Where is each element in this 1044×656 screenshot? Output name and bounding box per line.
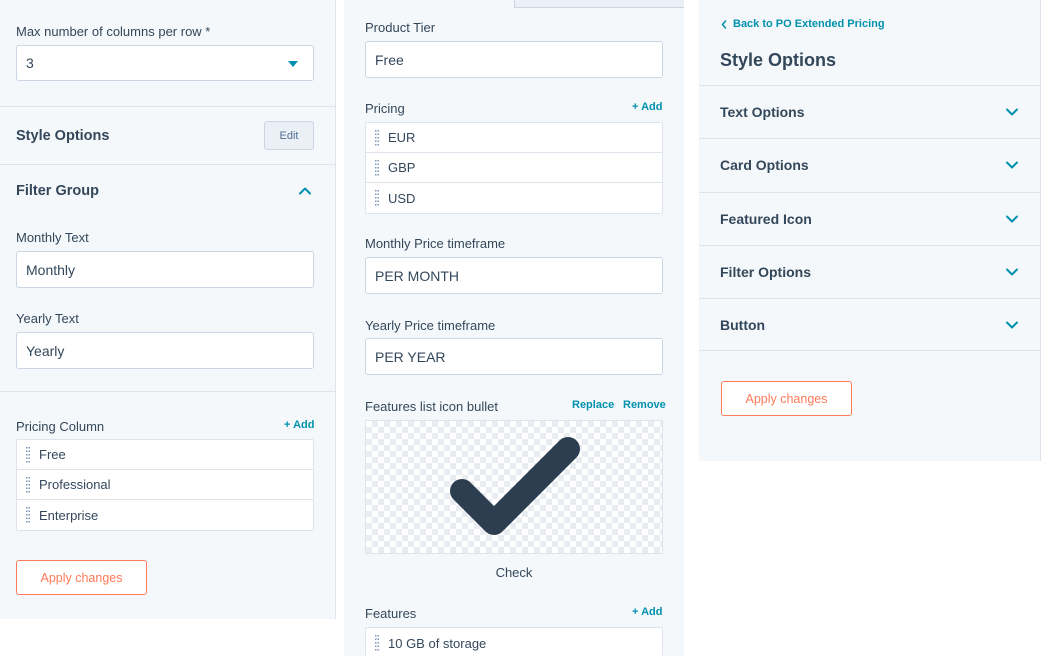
chevron-down-icon [1006, 108, 1018, 116]
accordion-label: Card Options [720, 157, 809, 173]
monthly-timeframe-label: Monthly Price timeframe [365, 236, 506, 251]
monthly-text-value: Monthly [26, 261, 76, 278]
icon-name: Check [495, 565, 533, 580]
pricing-column-label: Pricing Column [16, 419, 105, 434]
back-link[interactable]: Back to PO Extended Pricing [721, 18, 885, 30]
chevron-up-icon[interactable] [299, 187, 311, 195]
max-columns-label: Max number of columns per row * [16, 24, 211, 39]
check-icon [450, 437, 580, 535]
list-item-label: GBP [388, 160, 416, 175]
drag-handle-icon[interactable] [17, 476, 39, 493]
tab-strip [514, 0, 684, 8]
divider [0, 391, 335, 392]
chevron-down-icon [1006, 161, 1018, 169]
drag-handle-icon[interactable] [366, 635, 388, 651]
yearly-timeframe-input[interactable]: PER YEAR [365, 338, 663, 375]
max-columns-select[interactable]: 3 [16, 45, 314, 81]
list-item[interactable]: EUR [366, 123, 662, 153]
max-columns-value: 3 [26, 55, 34, 71]
accordion-label: Text Options [720, 104, 805, 120]
product-tier-label: Product Tier [365, 20, 436, 35]
pricing-label: Pricing [365, 101, 405, 116]
list-item-label: Free [39, 447, 66, 462]
monthly-timeframe-input[interactable]: PER MONTH [365, 257, 663, 294]
apply-changes-button[interactable]: Apply changes [721, 381, 852, 416]
chevron-down-icon [1006, 268, 1018, 276]
icon-bullet-label: Features list icon bullet [365, 399, 498, 414]
list-item-label: EUR [388, 130, 416, 145]
list-item[interactable]: USD [366, 183, 662, 213]
drag-handle-icon[interactable] [366, 190, 388, 206]
add-pricing-link[interactable]: + Add [632, 101, 662, 113]
drag-handle-icon[interactable] [17, 507, 39, 523]
monthly-text-label: Monthly Text [16, 230, 89, 245]
style-options-panel: Back to PO Extended Pricing Style Option… [699, 0, 1041, 461]
edit-button[interactable]: Edit [264, 121, 314, 150]
chevron-left-icon [721, 19, 727, 29]
page-title: Style Options [720, 50, 837, 70]
product-tier-value: Free [375, 51, 404, 68]
list-item-label: 10 GB of storage [388, 635, 487, 651]
yearly-timeframe-label: Yearly Price timeframe [365, 318, 496, 333]
list-item[interactable]: Professional [17, 470, 313, 500]
filter-group-heading[interactable]: Filter Group [16, 183, 99, 199]
back-link-label: Back to PO Extended Pricing [733, 18, 885, 30]
list-item-label: Enterprise [39, 507, 99, 523]
list-item[interactable]: Free [17, 440, 313, 470]
list-item[interactable]: Enterprise [17, 500, 313, 530]
accordion-label: Button [720, 316, 766, 333]
list-item-label: Professional [39, 477, 111, 492]
divider [0, 106, 335, 107]
accordion-label: Featured Icon [720, 211, 812, 227]
accordion-card-options[interactable]: Card Options [699, 138, 1040, 191]
yearly-timeframe-value: PER YEAR [375, 348, 446, 365]
list-item[interactable]: GBP [366, 153, 662, 183]
add-pricing-column-link[interactable]: + Add [284, 419, 314, 431]
pricing-column-list: Free Professional Enterprise [16, 439, 314, 531]
apply-changes-button[interactable]: Apply changes [16, 560, 147, 595]
add-feature-link[interactable]: + Add [632, 606, 662, 618]
remove-link[interactable]: Remove [623, 399, 666, 411]
replace-link[interactable]: Replace [572, 399, 614, 411]
yearly-text-value: Yearly [26, 342, 65, 359]
divider [0, 164, 335, 165]
drag-handle-icon[interactable] [366, 129, 388, 146]
drag-handle-icon[interactable] [17, 446, 39, 463]
monthly-timeframe-value: PER MONTH [375, 267, 459, 284]
style-options-heading: Style Options [16, 128, 110, 144]
icon-preview[interactable] [365, 420, 663, 554]
yearly-text-input[interactable]: Yearly [16, 332, 314, 369]
monthly-text-input[interactable]: Monthly [16, 251, 314, 288]
middle-settings-panel: Product Tier Free Pricing + Add EUR GBP … [344, 0, 684, 656]
pricing-currency-list: EUR GBP USD [365, 122, 663, 214]
caret-down-icon [288, 61, 298, 67]
chevron-down-icon [1006, 215, 1018, 223]
features-label: Features [365, 606, 417, 621]
drag-handle-icon[interactable] [366, 159, 388, 176]
accordion-featured-icon[interactable]: Featured Icon [699, 192, 1040, 245]
left-settings-panel: Max number of columns per row * 3 Style … [0, 0, 336, 619]
product-tier-input[interactable]: Free [365, 41, 663, 78]
list-item-label: USD [388, 190, 416, 206]
list-item[interactable]: 10 GB of storage [366, 628, 662, 656]
accordion-filter-options[interactable]: Filter Options [699, 245, 1040, 298]
accordion-text-options[interactable]: Text Options [699, 85, 1040, 138]
yearly-text-label: Yearly Text [16, 311, 79, 326]
accordion-label: Filter Options [720, 264, 811, 280]
chevron-down-icon [1006, 321, 1018, 328]
features-list: 10 GB of storage [365, 627, 663, 656]
accordion-button[interactable]: Button [699, 298, 1040, 351]
